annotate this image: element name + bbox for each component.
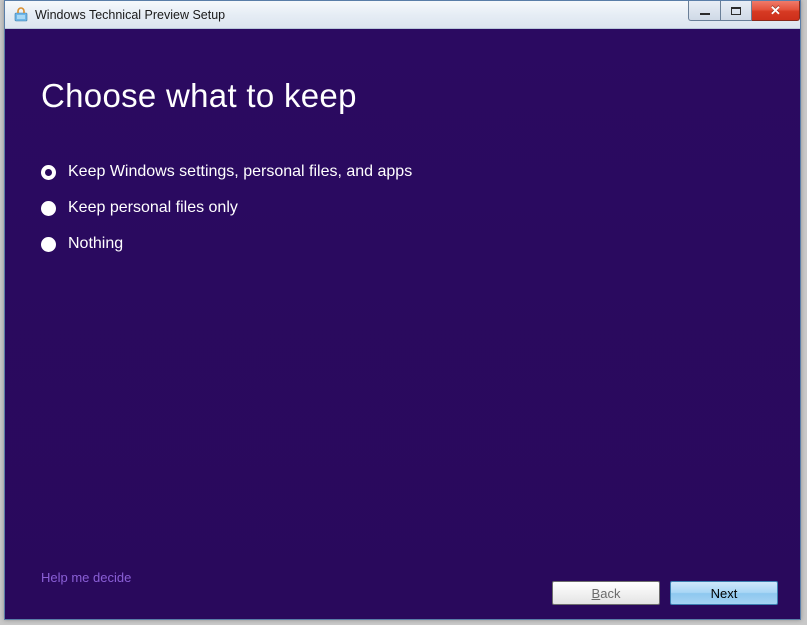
radio-icon [41,165,56,180]
window-controls: ✕ [688,1,800,21]
option-keep-files[interactable]: Keep personal files only [41,199,764,217]
back-button-accel: B [592,586,601,601]
minimize-button[interactable] [688,1,720,21]
radio-icon [41,237,56,252]
close-button[interactable]: ✕ [752,1,800,21]
radio-icon [41,201,56,216]
option-keep-all[interactable]: Keep Windows settings, personal files, a… [41,163,764,181]
option-label: Keep personal files only [68,199,238,217]
footer-buttons: Back Next [552,581,778,605]
close-icon: ✕ [770,4,781,17]
next-button[interactable]: Next [670,581,778,605]
maximize-button[interactable] [720,1,752,21]
main-content: Choose what to keep Keep Windows setting… [5,29,800,619]
minimize-icon [700,13,710,15]
option-label: Nothing [68,235,123,253]
back-button-rest: ack [600,586,620,601]
option-nothing[interactable]: Nothing [41,235,764,253]
back-button[interactable]: Back [552,581,660,605]
keep-options-group: Keep Windows settings, personal files, a… [41,163,764,253]
window-title: Windows Technical Preview Setup [35,8,225,22]
titlebar[interactable]: Windows Technical Preview Setup ✕ [5,1,800,29]
option-label: Keep Windows settings, personal files, a… [68,163,412,181]
maximize-icon [731,7,741,15]
app-icon [13,7,29,23]
setup-window: Windows Technical Preview Setup ✕ Choose… [4,0,801,620]
page-heading: Choose what to keep [41,77,764,115]
help-me-decide-link[interactable]: Help me decide [41,570,131,585]
